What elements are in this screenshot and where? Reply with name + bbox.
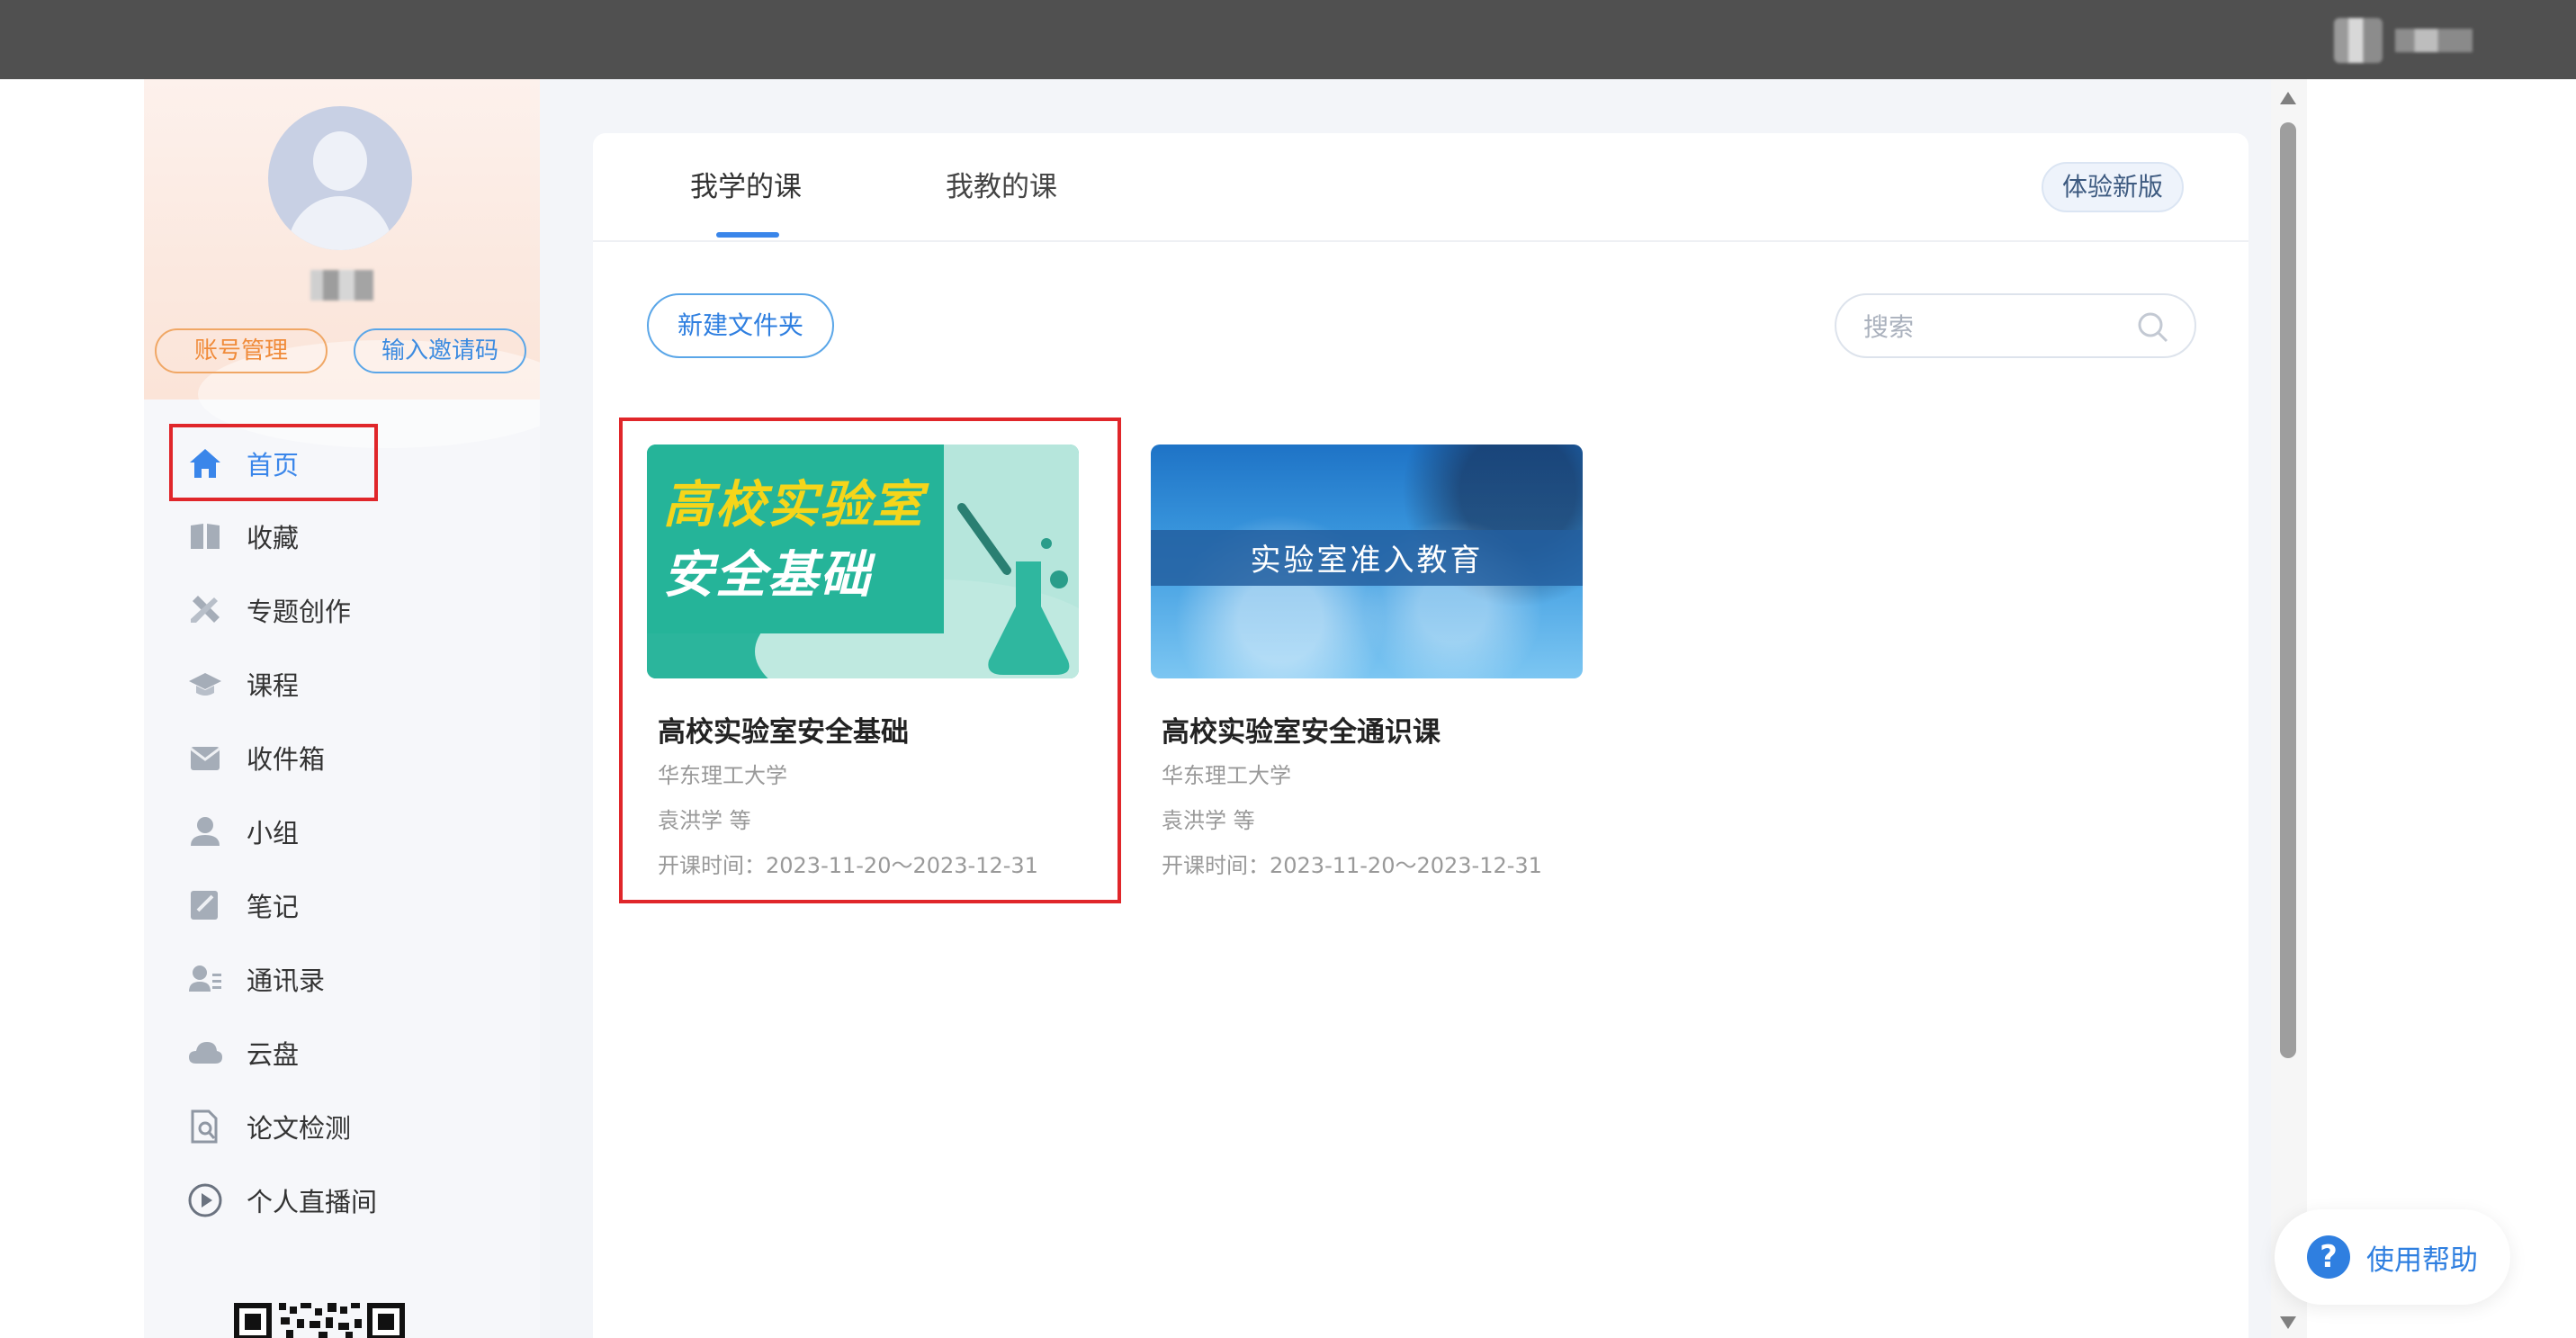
thumb-title-line-2: 安全基础	[663, 546, 872, 605]
sidebar-item-topic-creation[interactable]: 专题创作	[187, 583, 351, 637]
play-circle-icon	[187, 1182, 223, 1218]
avatar[interactable]	[268, 106, 412, 250]
scroll-down-arrow-icon[interactable]	[2280, 1316, 2296, 1329]
course-teacher: 袁洪学 等	[658, 808, 751, 833]
course-thumbnail[interactable]: 高校实验室 安全基础	[647, 445, 1079, 678]
sidebar-item-label: 收藏	[247, 523, 300, 553]
thumb-title: 实验室准入教育	[1250, 543, 1484, 579]
tab-my-teaching[interactable]: 我教的课	[946, 164, 1057, 204]
thumb-title-line-1: 高校实验室	[663, 476, 924, 534]
course-period: 开课时间：2023-11-20～2023-12-31	[658, 853, 1038, 878]
search-input[interactable]	[1862, 308, 2135, 346]
sidebar-item-paper-check[interactable]: 论文检测	[187, 1100, 351, 1154]
course-teacher: 袁洪学 等	[1162, 808, 1255, 833]
tabs-divider	[593, 240, 2248, 242]
book-icon	[187, 518, 223, 554]
course-title[interactable]: 高校实验室安全基础	[658, 709, 909, 750]
top-bar	[0, 0, 2576, 79]
cloud-icon	[187, 1035, 223, 1071]
user-avatar-blurred[interactable]	[2334, 18, 2383, 63]
course-card[interactable]: 实验室准入教育 高校实验室安全通识课 华东理工大学 袁洪学 等 开课时间：202…	[1151, 445, 1583, 878]
sidebar-item-label: 收件箱	[247, 744, 326, 775]
sidebar-item-groups[interactable]: 小组	[187, 804, 299, 858]
flask-icon	[957, 503, 1070, 675]
active-tab-indicator	[716, 232, 779, 238]
sidebar-item-live-room[interactable]: 个人直播间	[187, 1173, 377, 1227]
course-thumbnail[interactable]: 实验室准入教育	[1151, 445, 1583, 678]
search-icon[interactable]	[2135, 310, 2171, 346]
inbox-icon	[187, 740, 223, 776]
course-title[interactable]: 高校实验室安全通识课	[1162, 709, 1441, 750]
vertical-scrollbar[interactable]	[2271, 79, 2307, 1338]
sidebar-item-label: 个人直播间	[247, 1187, 378, 1217]
help-label: 使用帮助	[2366, 1244, 2478, 1277]
sidebar-item-contacts[interactable]: 通讯录	[187, 952, 325, 1006]
tab-my-learning[interactable]: 我学的课	[690, 164, 802, 204]
sidebar-item-label: 专题创作	[247, 597, 352, 627]
course-card[interactable]: 高校实验室 安全基础 高校实验室安全基础 华东理工大学 袁洪学 等 开课时间：2…	[647, 445, 1079, 878]
note-icon	[187, 887, 223, 923]
sidebar-item-label: 笔记	[247, 892, 300, 922]
sidebar-item-home[interactable]: 首页	[187, 436, 299, 490]
sidebar-item-courses[interactable]: 课程	[187, 657, 299, 711]
sidebar-item-inbox[interactable]: 收件箱	[187, 731, 325, 785]
right-margin	[2307, 79, 2576, 1338]
contacts-icon	[187, 961, 223, 997]
sidebar-item-label: 通讯录	[247, 965, 326, 996]
scrollbar-thumb[interactable]	[2280, 122, 2296, 1058]
sidebar-item-notes[interactable]: 笔记	[187, 878, 299, 932]
sidebar: 账号管理 输入邀请码 首页 收藏 专题创作 课程 收件箱 小组 笔记 通讯录 云…	[144, 79, 576, 1338]
sidebar-item-label: 小组	[247, 818, 300, 849]
sidebar-item-label: 课程	[247, 670, 300, 701]
sidebar-item-label: 首页	[247, 450, 300, 480]
course-school: 华东理工大学	[658, 763, 787, 788]
account-management-button[interactable]: 账号管理	[155, 328, 328, 373]
scroll-up-arrow-icon[interactable]	[2280, 92, 2296, 104]
course-school: 华东理工大学	[1162, 763, 1291, 788]
new-folder-button[interactable]: 新建文件夹	[647, 293, 834, 358]
graduation-cap-icon	[187, 666, 223, 702]
person-icon	[187, 813, 223, 849]
invite-code-button[interactable]: 输入邀请码	[354, 328, 526, 373]
help-button[interactable]: ? 使用帮助	[2275, 1209, 2510, 1305]
qr-code	[234, 1303, 405, 1338]
course-panel: 我学的课 我教的课 体验新版 新建文件夹 高校实验室 安全基础 高校实验室安全基…	[593, 133, 2248, 1338]
sidebar-item-cloud-drive[interactable]: 云盘	[187, 1026, 299, 1080]
document-search-icon	[187, 1109, 223, 1145]
search-box	[1835, 293, 2196, 358]
home-icon	[187, 445, 223, 481]
course-period: 开课时间：2023-11-20～2023-12-31	[1162, 853, 1542, 878]
sidebar-item-label: 论文检测	[247, 1113, 352, 1144]
tools-icon	[187, 592, 223, 628]
try-new-version-button[interactable]: 体验新版	[2042, 162, 2184, 212]
sidebar-item-label: 云盘	[247, 1039, 300, 1070]
sidebar-item-favorites[interactable]: 收藏	[187, 509, 299, 563]
help-question-icon: ?	[2307, 1235, 2350, 1279]
username-blurred	[310, 270, 373, 301]
user-name-blurred[interactable]	[2395, 29, 2473, 52]
